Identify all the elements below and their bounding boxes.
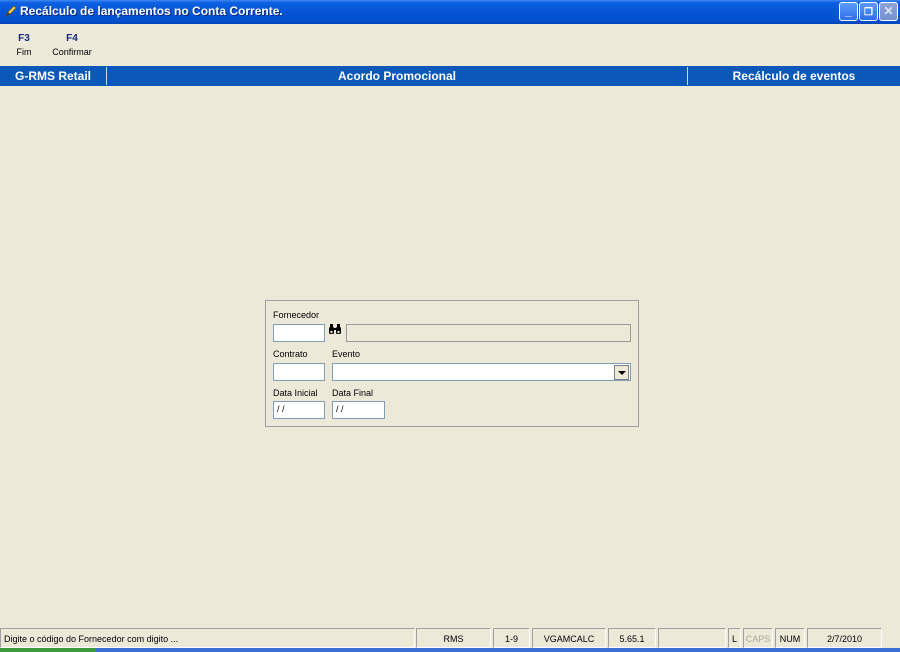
restore-icon: ❐ — [864, 7, 873, 18]
status-date: 2/7/2010 — [807, 628, 882, 648]
status-blank — [658, 628, 726, 648]
chevron-down-icon[interactable] — [614, 365, 629, 380]
status-company: 1-9 — [493, 628, 530, 648]
title-bar: Recálculo de lançamentos no Conta Corren… — [0, 0, 900, 24]
taskbar-strip — [0, 648, 900, 652]
status-caps-indicator: CAPS — [743, 628, 773, 648]
contrato-input[interactable] — [273, 363, 325, 381]
header-app-name: G-RMS Retail — [14, 69, 91, 83]
f4-confirmar-button[interactable]: F4 Confirmar — [48, 24, 96, 66]
restore-button[interactable]: ❐ — [859, 2, 878, 21]
window-title: Recálculo de lançamentos no Conta Corren… — [20, 4, 283, 18]
evento-label: Evento — [332, 349, 361, 359]
fornecedor-code-input[interactable] — [273, 324, 325, 342]
data-final-label: Data Final — [332, 388, 374, 398]
status-program: VGAMCALC — [532, 628, 606, 648]
function-key-toolbar: F3 Fim F4 Confirmar — [0, 24, 900, 66]
find-fornecedor-button[interactable] — [326, 324, 344, 341]
status-num-indicator: NUM — [775, 628, 805, 648]
fornecedor-name-field — [346, 324, 631, 342]
header-screen: Recálculo de eventos — [732, 69, 856, 83]
minimize-icon: _ — [845, 4, 852, 18]
fornecedor-label: Fornecedor — [273, 310, 320, 320]
contrato-label: Contrato — [273, 349, 308, 359]
data-final-input[interactable]: / / — [332, 401, 385, 419]
evento-select[interactable] — [332, 363, 631, 381]
minimize-button[interactable]: _ — [839, 2, 858, 21]
status-l-indicator: L — [728, 628, 741, 648]
f3-label: Fim — [16, 47, 32, 57]
f3-key: F3 — [18, 33, 30, 44]
f4-key: F4 — [66, 33, 78, 44]
binoculars-icon — [329, 324, 341, 334]
status-version: 5.65.1 — [608, 628, 656, 648]
close-icon: ✕ — [883, 4, 894, 18]
data-inicial-label: Data Inicial — [273, 388, 318, 398]
close-button[interactable]: ✕ — [879, 2, 898, 21]
data-inicial-input[interactable]: / / — [273, 401, 325, 419]
f3-fim-button[interactable]: F3 Fim — [10, 24, 38, 66]
pen-icon — [5, 5, 17, 17]
status-message: Digite o código do Fornecedor com digito… — [0, 628, 415, 648]
header-module: Acordo Promocional — [337, 69, 456, 83]
start-button-edge — [0, 648, 96, 652]
header-bar: G-RMS Retail Acordo Promocional Recálcul… — [0, 66, 900, 86]
f4-label: Confirmar — [52, 47, 92, 57]
status-system: RMS — [416, 628, 491, 648]
filter-panel: Fornecedor Contrato Evento Data Inicial … — [265, 300, 639, 427]
